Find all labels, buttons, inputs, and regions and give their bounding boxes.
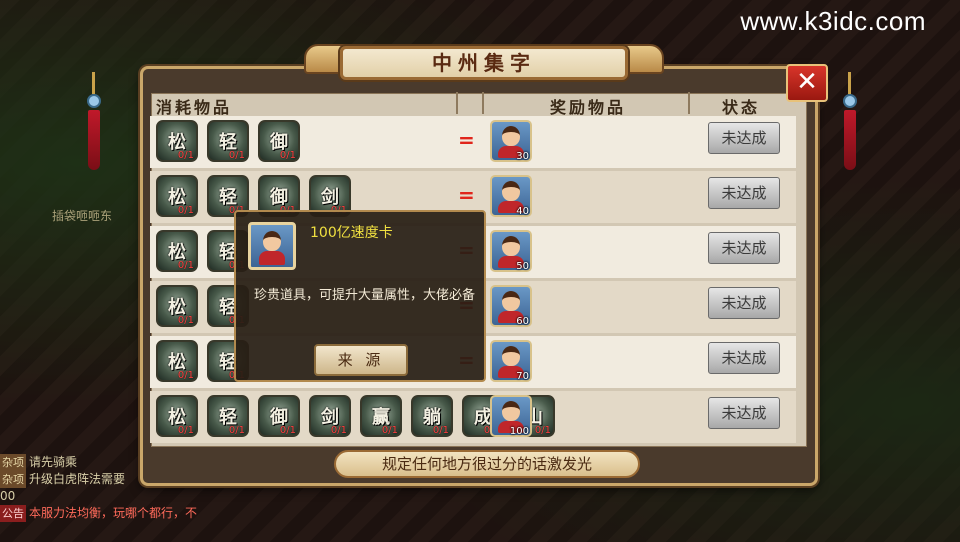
- character-token[interactable]: 躺 0/1: [411, 395, 453, 437]
- character-token[interactable]: 赢 0/1: [360, 395, 402, 437]
- status-button[interactable]: 未达成: [708, 122, 780, 154]
- speed-card-icon: [248, 222, 296, 270]
- character-token[interactable]: 松 0/1: [156, 285, 198, 327]
- panel-title-plate: 中州集字: [340, 46, 628, 80]
- tassel-ornament-right: [838, 72, 862, 182]
- character-token[interactable]: 松 0/1: [156, 340, 198, 382]
- source-button[interactable]: 来 源: [314, 344, 408, 376]
- world-npc-label: 插袋咂咂东: [52, 209, 113, 223]
- header-divider: [482, 92, 484, 114]
- reward-speed-card[interactable]: 70: [490, 340, 532, 382]
- chat-text: 00: [0, 489, 16, 503]
- chat-line: 公告 本服力法均衡，玩哪个都行，不: [0, 505, 260, 522]
- equals-sign: =: [458, 183, 475, 207]
- character-token[interactable]: 御0/1: [258, 395, 300, 437]
- character-token[interactable]: 松 0/1: [156, 120, 198, 162]
- header-divider: [688, 92, 690, 114]
- header-cost-items: 消耗物品: [156, 98, 233, 117]
- reward-speed-card[interactable]: 50: [490, 230, 532, 272]
- table-header: 消耗物品 奖励物品 状态: [150, 92, 796, 117]
- chat-text: 请先骑乘: [29, 455, 78, 469]
- tassel-ornament-left: [82, 72, 106, 182]
- header-reward-items: 奖励物品: [550, 98, 627, 117]
- reward-speed-card[interactable]: 40: [490, 175, 532, 217]
- status-button[interactable]: 未达成: [708, 232, 780, 264]
- character-token[interactable]: 剑0/1: [309, 395, 351, 437]
- site-watermark: www.k3idc.com: [740, 6, 926, 36]
- character-token[interactable]: 松 0/1: [156, 175, 198, 217]
- exchange-row: 松 0/1 轻 0/1 御 0/1 = 30 未达成: [150, 116, 796, 168]
- character-token[interactable]: 御0/1: [258, 120, 300, 162]
- reward-speed-card[interactable]: 60: [490, 285, 532, 327]
- reward-speed-card[interactable]: 30: [490, 120, 532, 162]
- character-token[interactable]: 轻0/1: [207, 395, 249, 437]
- panel-title: 中州集字: [432, 51, 536, 75]
- chat-tag: 杂项: [0, 454, 26, 471]
- tooltip-description: 珍贵道具，可提升大量属性，大佬必备: [254, 288, 476, 303]
- item-tooltip: 100亿速度卡 珍贵道具，可提升大量属性，大佬必备 来 源: [234, 210, 486, 382]
- chat-tag: 公告: [0, 505, 26, 522]
- chat-tag: 杂项: [0, 471, 26, 488]
- reward-speed-card[interactable]: 100: [490, 395, 532, 437]
- character-token[interactable]: 松 0/1: [156, 230, 198, 272]
- status-button[interactable]: 未达成: [708, 342, 780, 374]
- status-button[interactable]: 未达成: [708, 287, 780, 319]
- header-status: 状态: [722, 98, 761, 117]
- character-token[interactable]: 松 0/1: [156, 395, 198, 437]
- chat-line: 00: [0, 488, 260, 505]
- tooltip-item-name: 100亿速度卡: [310, 225, 393, 241]
- chat-text: 本服力法均衡，玩哪个都行，不: [29, 506, 198, 520]
- status-button[interactable]: 未达成: [708, 177, 780, 209]
- status-button[interactable]: 未达成: [708, 397, 780, 429]
- title-ornament-right: [622, 44, 664, 74]
- equals-sign: =: [458, 128, 475, 152]
- footer-banner: 规定任何地方很过分的话激发光: [334, 450, 640, 478]
- header-divider: [456, 92, 458, 114]
- chat-text: 升级白虎阵法需要: [29, 472, 126, 486]
- character-token[interactable]: 轻0/1: [207, 120, 249, 162]
- exchange-row: 松0/1 轻0/1 御0/1 剑0/1 赢0/1 躺0/1 成0/1 山0/1 …: [150, 391, 796, 443]
